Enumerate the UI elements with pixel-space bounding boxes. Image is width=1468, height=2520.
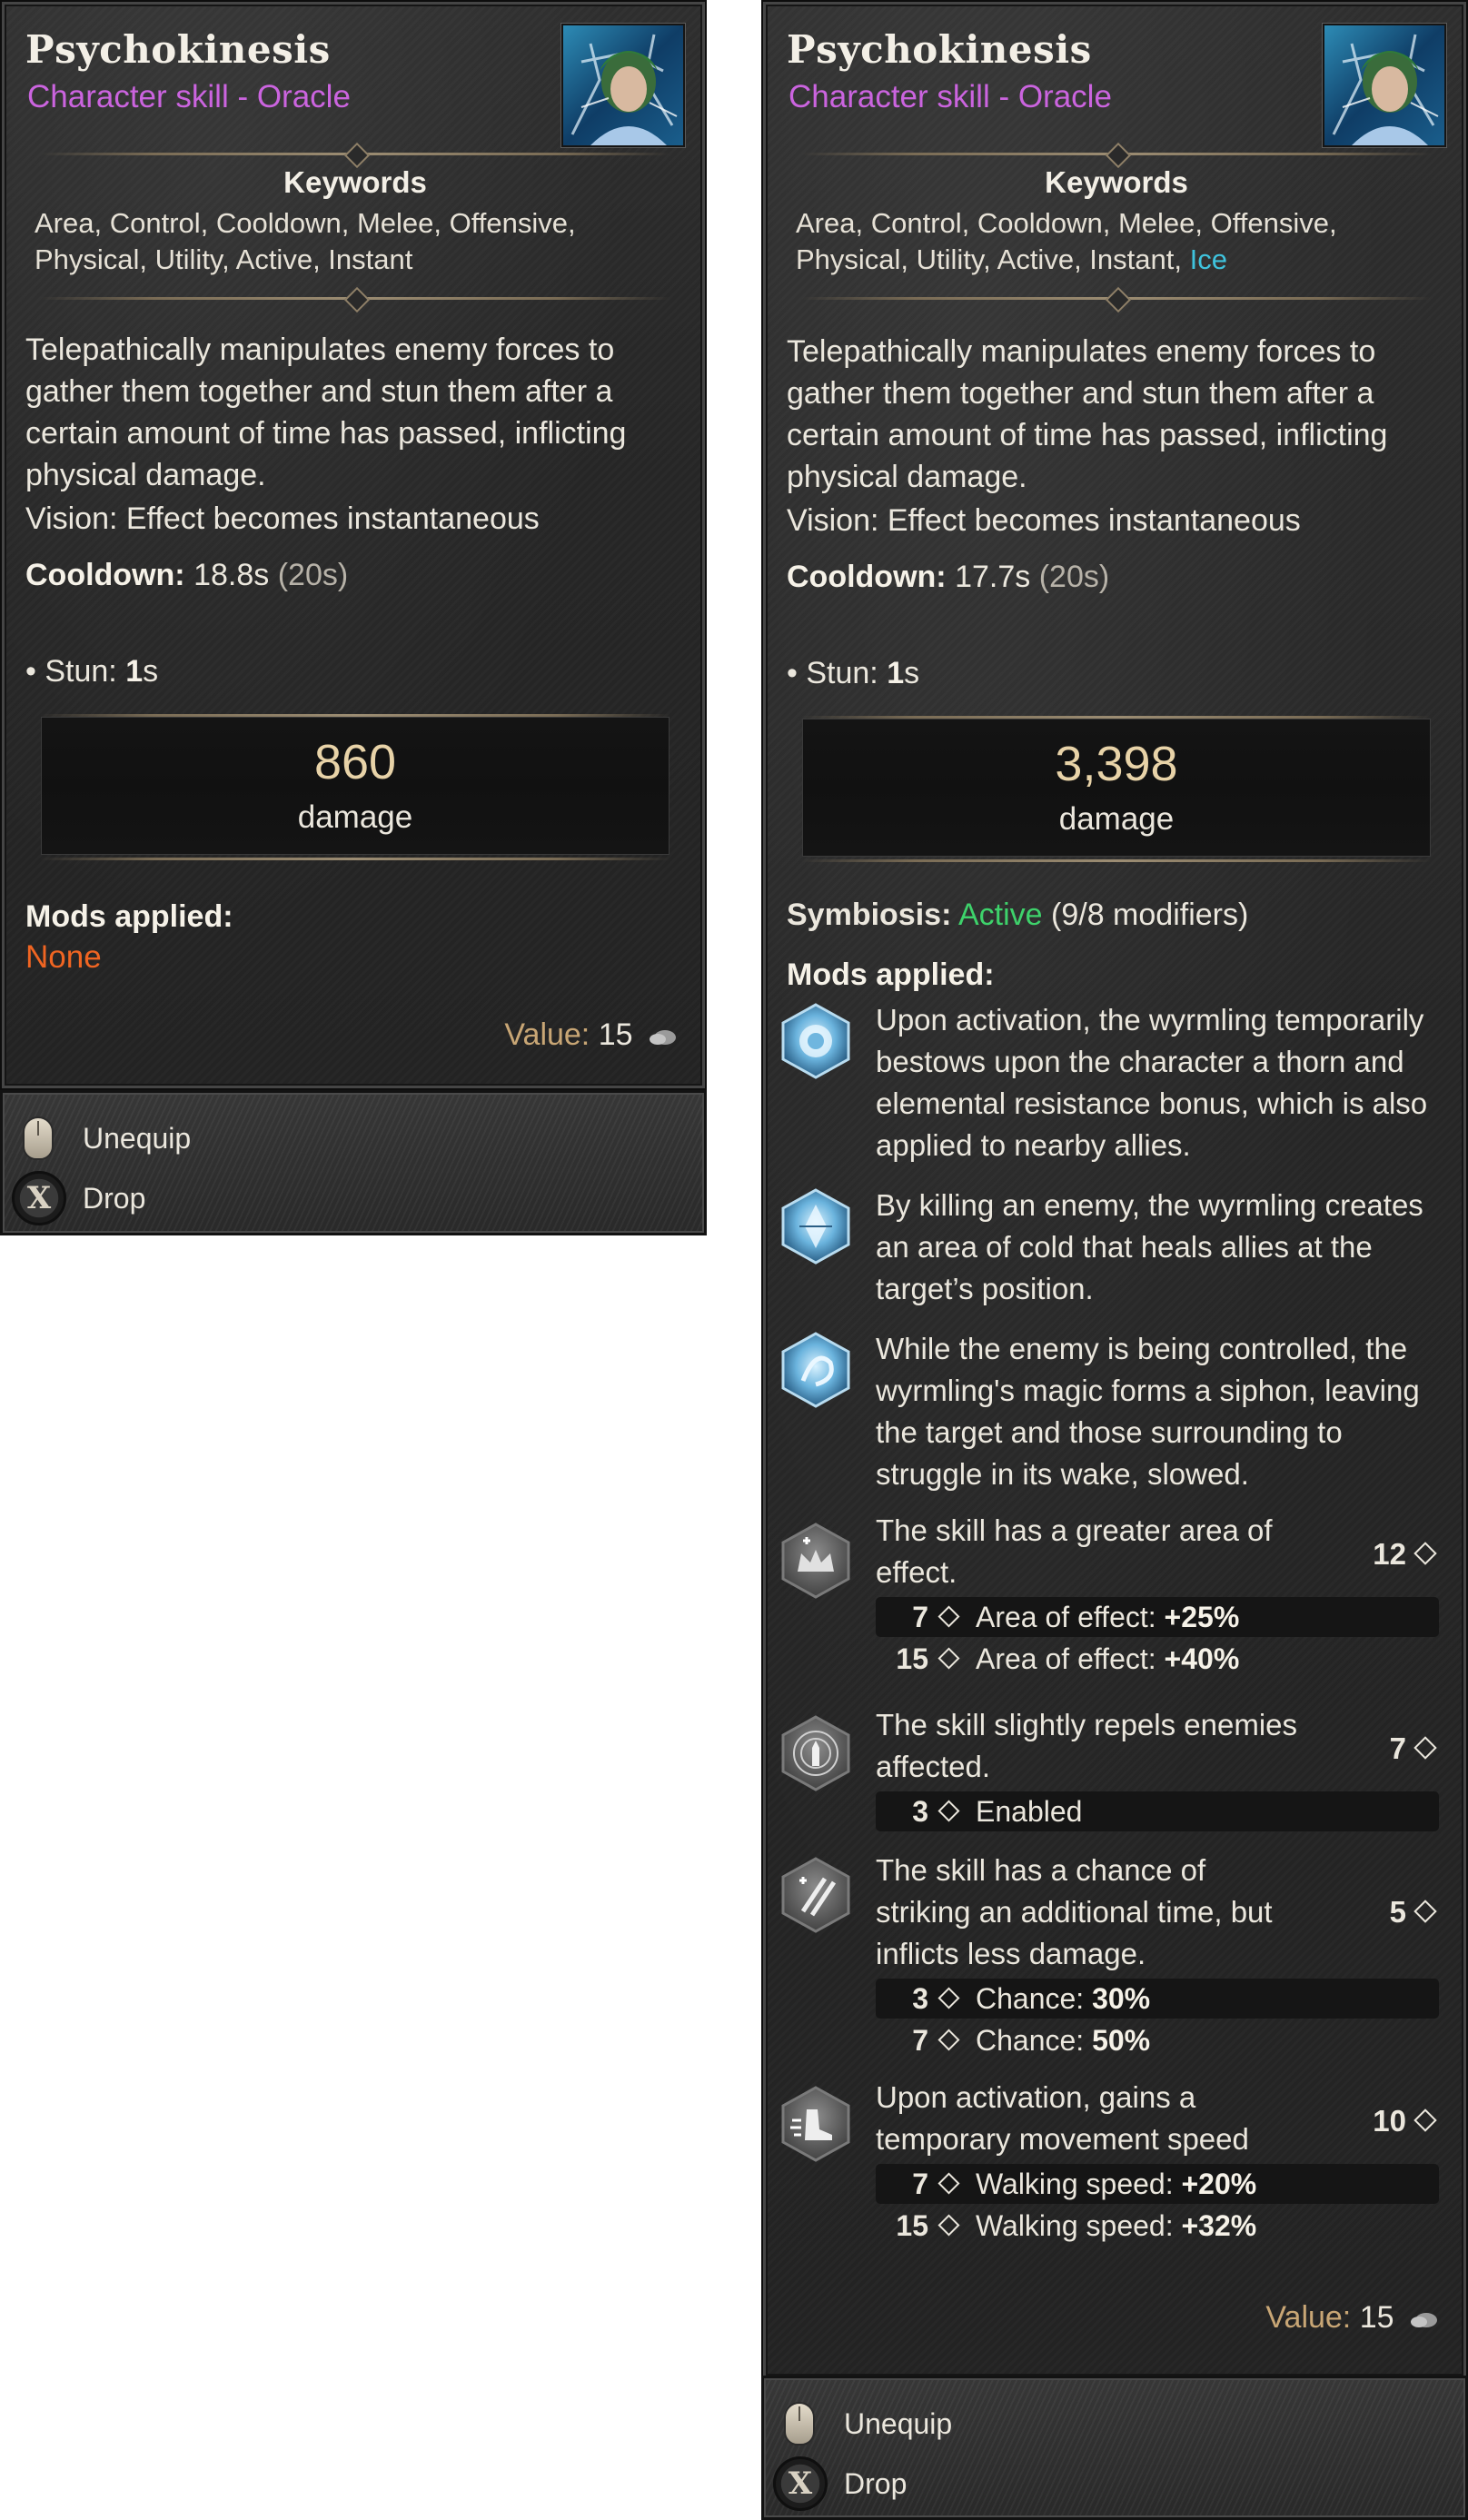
drop-label: Drop <box>83 1182 146 1215</box>
symbiosis-status: Symbiosis: Active (9/8 modifiers) <box>787 898 1249 932</box>
tier-diamond-icon <box>937 2172 960 2195</box>
vision-effect: Vision: Effect becomes instantaneous <box>25 501 540 536</box>
keywords-heading: Keywords <box>283 165 427 199</box>
cooldown-stat: Cooldown: 17.7s (20s) <box>787 560 1110 594</box>
rank-diamond-icon <box>1413 2108 1437 2133</box>
vision-effect: Vision: Effect becomes instantaneous <box>787 503 1301 538</box>
divider-ornament <box>1105 286 1132 313</box>
mods-heading: Mods applied: <box>25 899 233 934</box>
mod-tier: 3 Chance: 30% <box>876 1979 1439 2019</box>
divider-ornament <box>1105 142 1132 169</box>
mod-description: The skill has a chance of striking an ad… <box>876 1853 1273 1970</box>
tier-diamond-icon <box>937 2029 960 2051</box>
item-value: Value: 15 <box>1265 2300 1439 2336</box>
mod-description: The skill slightly repels enemies affect… <box>876 1708 1298 1783</box>
mod-tier: 7 Chance: 50% <box>912 2024 1151 2057</box>
mouse-button-icon <box>23 1116 54 1160</box>
frost-orb-icon <box>781 1003 850 1079</box>
divider <box>40 714 670 717</box>
mouse-button-icon <box>784 2402 815 2446</box>
tier-diamond-icon <box>937 1987 960 2009</box>
mod-tier: 7 Area of effect: +25% <box>876 1597 1439 1637</box>
oracle-portrait-icon <box>1323 24 1446 147</box>
mod-tier: 15 Area of effect: +40% <box>896 1642 1240 1675</box>
divider <box>40 858 670 860</box>
skill-subtitle: Character skill - Oracle <box>27 79 351 114</box>
mod-rank: 5 <box>1390 1895 1437 1930</box>
rank-diamond-icon <box>1413 1900 1437 1924</box>
cooldown-stat: Cooldown: 18.8s (20s) <box>25 558 349 592</box>
drop-action[interactable]: X Drop <box>764 2456 1465 2511</box>
repel-hand-icon <box>781 1715 850 1791</box>
unequip-action[interactable]: Unequip <box>764 2396 1465 2451</box>
drop-action[interactable]: X Drop <box>3 1171 704 1225</box>
stun-stat: • Stun: 1s <box>25 654 159 689</box>
mod-description: The skill has a greater area of effect. <box>876 1513 1273 1589</box>
mod-rank: 12 <box>1373 1537 1437 1572</box>
mod-description: While the enemy is being controlled, the… <box>876 1332 1420 1491</box>
speed-boot-icon <box>781 2086 850 2162</box>
skill-tooltip-right: Psychokinesis Character skill - Oracle K… <box>761 0 1468 2380</box>
mod-tier: 3 Enabled <box>876 1791 1439 1831</box>
mod-rank: 10 <box>1373 2104 1437 2138</box>
item-value: Value: 15 <box>504 1017 678 1053</box>
currency-icon <box>650 1030 676 1046</box>
x-key-icon: X <box>12 1171 66 1225</box>
area-crown-icon <box>781 1523 850 1599</box>
unequip-label: Unequip <box>83 1122 192 1155</box>
damage-label: damage <box>1058 801 1175 837</box>
divider <box>801 716 1432 719</box>
mods-none: None <box>25 939 102 975</box>
skill-title: Psychokinesis <box>787 27 1092 72</box>
damage-box: 3,398 damage <box>803 719 1430 856</box>
damage-value: 860 <box>313 735 397 789</box>
damage-box: 860 damage <box>42 718 669 854</box>
mod-description: Upon activation, the wyrmling temporaril… <box>876 1003 1428 1162</box>
mod-rank: 7 <box>1390 1731 1437 1766</box>
tier-diamond-icon <box>937 2214 960 2237</box>
tier-diamond-icon <box>937 1647 960 1670</box>
keywords-list: Area, Control, Cooldown, Melee, Offensiv… <box>796 207 1337 275</box>
frost-crystal-icon <box>781 1188 850 1265</box>
damage-value: 3,398 <box>1055 737 1178 791</box>
oracle-portrait-icon <box>561 24 685 147</box>
drop-label: Drop <box>844 2467 908 2500</box>
stun-stat: • Stun: 1s <box>787 656 920 690</box>
keywords-list: Area, Control, Cooldown, Melee, Offensiv… <box>35 207 576 275</box>
divider-ornament <box>343 142 371 169</box>
keywords-heading: Keywords <box>1045 165 1188 199</box>
divider <box>801 859 1432 862</box>
mod-tier: 15 Walking speed: +32% <box>896 2209 1257 2242</box>
unequip-label: Unequip <box>844 2407 953 2440</box>
action-bar-right: Unequip X Drop <box>761 2376 1468 2520</box>
skill-title: Psychokinesis <box>25 27 331 72</box>
keyword-ice: Ice <box>1189 243 1227 275</box>
currency-icon <box>1411 2313 1437 2328</box>
divider-ornament <box>343 286 371 313</box>
mod-tier: 7 Walking speed: +20% <box>876 2164 1439 2204</box>
x-key-icon: X <box>773 2456 828 2511</box>
mod-description: By killing an enemy, the wyrmling create… <box>876 1188 1423 1305</box>
skill-subtitle: Character skill - Oracle <box>789 79 1112 114</box>
tier-diamond-icon <box>937 1605 960 1628</box>
skill-tooltip-left: Psychokinesis Character skill - Oracle K… <box>0 0 707 1090</box>
action-bar-left: Unequip X Drop <box>0 1090 707 1235</box>
skill-description: Telepathically manipulates enemy forces … <box>25 332 627 492</box>
double-strike-icon <box>781 1857 850 1933</box>
mods-heading: Mods applied: <box>787 957 995 992</box>
ice-siphon-icon <box>781 1332 850 1408</box>
damage-label: damage <box>297 799 413 835</box>
rank-diamond-icon <box>1413 1736 1437 1761</box>
skill-description: Telepathically manipulates enemy forces … <box>787 334 1388 494</box>
rank-diamond-icon <box>1413 1542 1437 1566</box>
unequip-action[interactable]: Unequip <box>3 1111 704 1166</box>
tier-diamond-icon <box>937 1800 960 1822</box>
